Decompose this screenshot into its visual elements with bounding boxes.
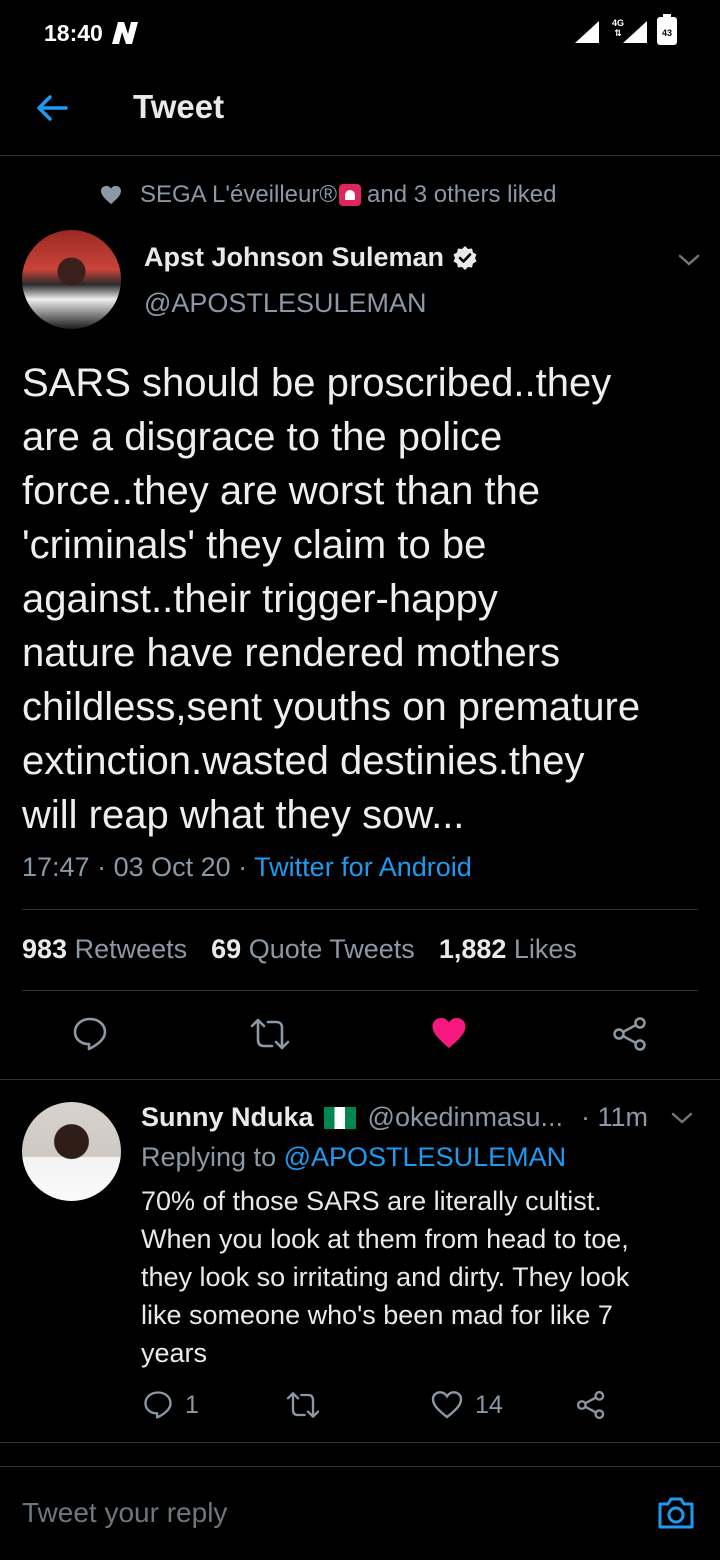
liker-name: SEGA L'éveilleur®	[140, 181, 338, 208]
liked-heart-icon[interactable]	[431, 1016, 467, 1050]
share-icon[interactable]	[612, 1016, 648, 1052]
reply-composer	[0, 1466, 720, 1560]
signal-icon	[575, 21, 599, 43]
chevron-down-icon[interactable]	[670, 1110, 694, 1126]
divider	[0, 1442, 720, 1443]
replying-to-link[interactable]: @APOSTLESULEMAN	[284, 1142, 567, 1172]
likes-stat[interactable]: 1,882 Likes	[439, 934, 577, 965]
quotes-stat[interactable]: 69 Quote Tweets	[211, 934, 415, 965]
tweet-text: SARS should be proscribed..they are a di…	[22, 361, 641, 837]
retweet-icon[interactable]	[250, 1016, 290, 1052]
reply-author-handle: @okedinmasu...	[367, 1102, 564, 1132]
tweet-date: 03 Oct 20	[113, 852, 231, 882]
reply-icon[interactable]	[72, 1016, 108, 1052]
battery-icon: 43	[657, 14, 677, 45]
tweet-action-bar	[0, 1010, 720, 1060]
reply-like-button[interactable]: 14	[431, 1390, 503, 1420]
notification-n-icon	[112, 22, 138, 44]
retweet-icon	[286, 1392, 320, 1418]
reply-input[interactable]	[22, 1497, 622, 1529]
verified-badge-icon	[453, 245, 477, 270]
reply-action-bar: 1 14	[0, 1390, 720, 1430]
nigeria-flag-icon	[323, 1106, 356, 1129]
status-time: 18:40	[44, 20, 103, 46]
reply-text: 70% of those SARS are literally cultist.…	[141, 1186, 630, 1368]
tweet-meta: 17:47 · 03 Oct 20 · Twitter for Android	[22, 852, 472, 882]
author-handle[interactable]: @APOSTLESULEMAN	[144, 288, 427, 319]
retweets-stat[interactable]: 983 Retweets	[22, 934, 187, 965]
reply-icon	[144, 1391, 172, 1419]
page-title: Tweet	[133, 88, 225, 125]
reply-author-name: Sunny Nduka	[141, 1102, 314, 1132]
siren-emoji-icon	[339, 184, 362, 206]
status-bar: 18:40 4G ⇅ 43	[0, 0, 720, 68]
author-name[interactable]: Apst Johnson Suleman	[144, 242, 478, 273]
avatar[interactable]	[22, 230, 121, 329]
tweet-time: 17:47	[22, 852, 90, 882]
avatar[interactable]	[22, 1102, 121, 1201]
social-context[interactable]: SEGA L'éveilleur® and 3 others liked	[100, 178, 557, 212]
reply-share-button[interactable]	[576, 1390, 618, 1420]
liked-suffix: and 3 others liked	[367, 181, 557, 208]
camera-icon[interactable]	[656, 1495, 696, 1531]
heart-small-icon	[101, 185, 121, 205]
arrow-left-icon[interactable]	[34, 90, 70, 126]
share-icon	[576, 1390, 605, 1420]
reply-retweet-button[interactable]	[286, 1390, 332, 1420]
reply-time: · 11m	[581, 1102, 649, 1132]
reply-author[interactable]: Sunny Nduka @okedinmasu...	[141, 1102, 563, 1133]
tweet-client-link[interactable]: Twitter for Android	[254, 852, 472, 882]
heart-outline-icon	[431, 1391, 463, 1419]
engagement-stats: 983 Retweets 69 Quote Tweets 1,882 Likes	[22, 934, 577, 965]
reply-reply-button[interactable]: 1	[143, 1390, 199, 1420]
divider	[0, 1079, 720, 1080]
divider	[22, 990, 698, 991]
signal-icon-2	[623, 21, 647, 43]
divider	[22, 909, 698, 910]
chevron-down-icon[interactable]	[677, 252, 701, 268]
replying-to: Replying to @APOSTLESULEMAN	[141, 1142, 567, 1172]
top-app-bar: Tweet	[0, 68, 720, 156]
